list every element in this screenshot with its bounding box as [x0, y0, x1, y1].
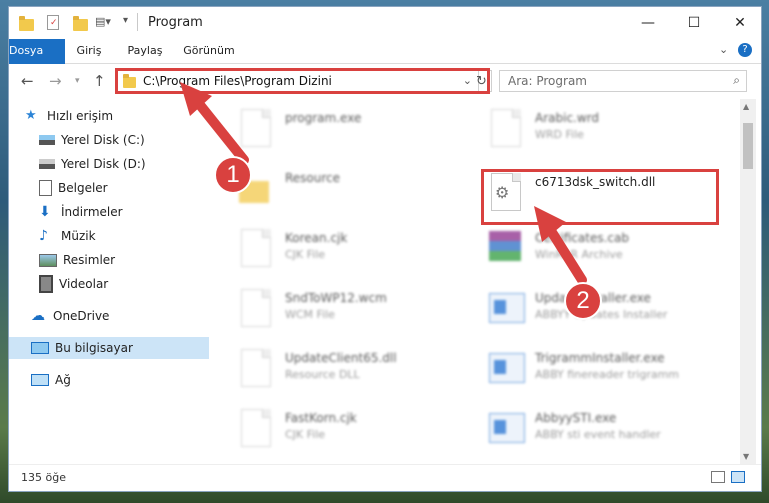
arrow-2: [534, 206, 587, 285]
callout-step-1: 1: [214, 156, 252, 194]
callout-step-2: 2: [564, 282, 602, 320]
arrow-1: [180, 82, 249, 165]
annotation-arrows: [180, 82, 587, 285]
